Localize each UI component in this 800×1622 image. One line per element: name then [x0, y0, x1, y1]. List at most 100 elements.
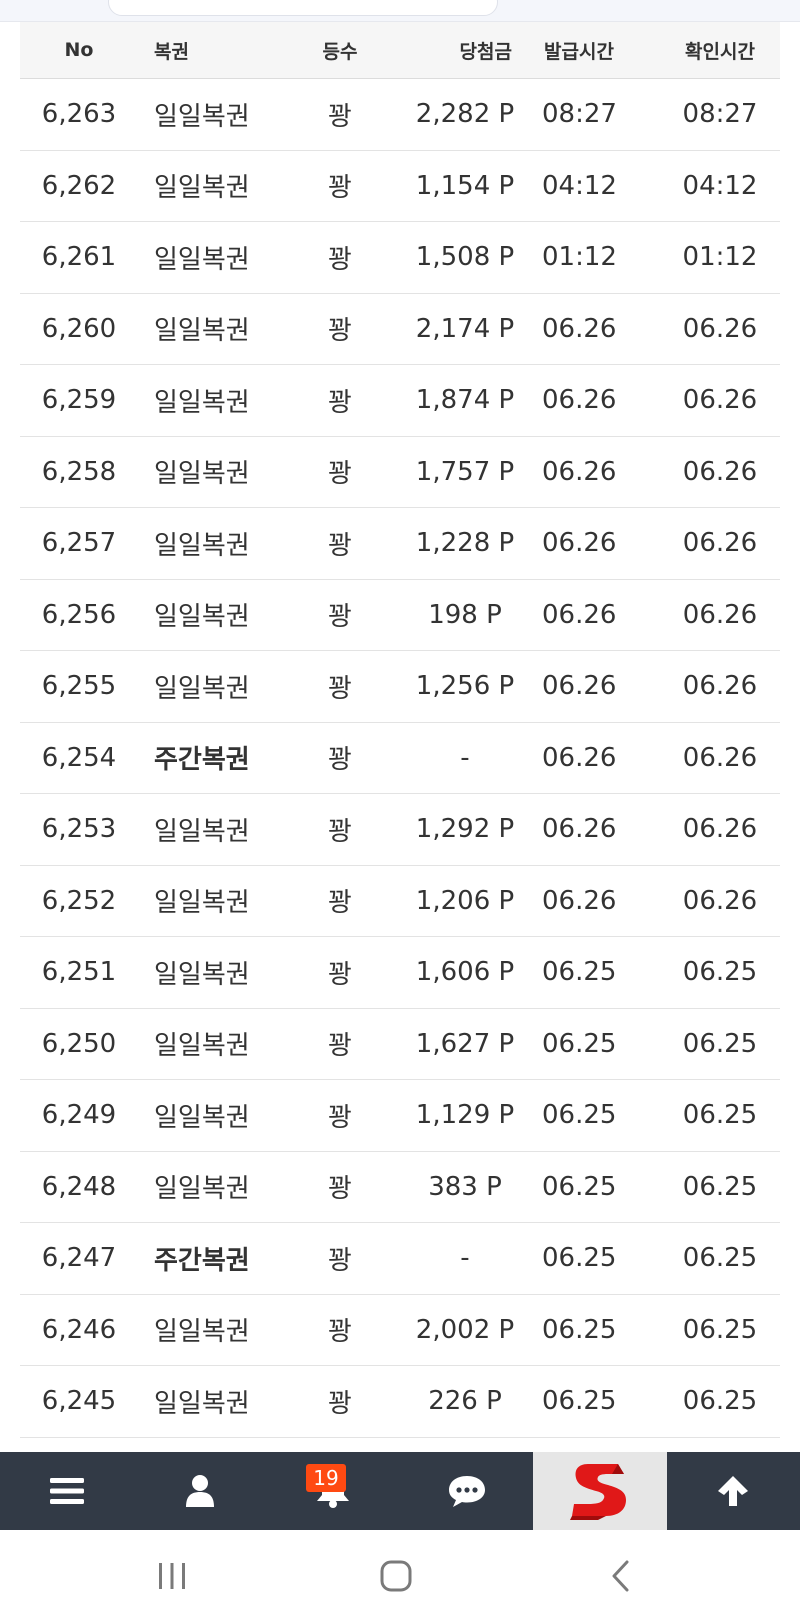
site-logo — [569, 1464, 626, 1520]
cell-lottery-type: 일일복권 — [154, 602, 250, 633]
cell-checked-time: 06.26 — [682, 456, 758, 487]
cell-issued-time: 06.26 — [542, 599, 617, 630]
cell-checked-time: 06.26 — [682, 599, 758, 630]
cell-prize: 1,129 P — [415, 1100, 515, 1131]
table-header: No 복권 등수 당첨금 발급시간 확인시간 — [20, 22, 780, 79]
profile-button[interactable] — [133, 1452, 266, 1530]
table-row[interactable]: 6,261 일일복권 꽝 1,508 P 01:12 01:12 — [20, 222, 780, 294]
cell-issued-time: 06.25 — [542, 1243, 617, 1274]
cell-rank: 꽝 — [328, 959, 352, 990]
cell-checked-time: 06.26 — [682, 885, 758, 916]
cell-no: 6,249 — [41, 1100, 117, 1131]
table-row[interactable]: 6,249 일일복권 꽝 1,129 P 06.25 06.25 — [20, 1080, 780, 1152]
home-button[interactable] — [356, 1530, 436, 1622]
cell-prize: 1,606 P — [415, 957, 515, 988]
table-row[interactable]: 6,257 일일복권 꽝 1,228 P 06.26 06.26 — [20, 508, 780, 580]
menu-icon — [49, 1478, 84, 1504]
cell-no: 6,246 — [41, 1314, 117, 1345]
back-button[interactable] — [580, 1530, 660, 1622]
table-row[interactable]: 6,255 일일복권 꽝 1,256 P 06.26 06.26 — [20, 651, 780, 723]
cell-prize: 226 P — [428, 1386, 502, 1417]
cell-lottery-type: 일일복권 — [154, 173, 250, 204]
home-icon — [380, 1560, 412, 1592]
cell-checked-time: 06.26 — [682, 385, 758, 416]
cell-prize: 2,002 P — [415, 1314, 515, 1345]
cell-checked-time: 06.25 — [682, 1171, 758, 1202]
cell-no: 6,255 — [41, 671, 117, 702]
cell-rank: 꽝 — [328, 602, 352, 633]
cell-issued-time: 01:12 — [542, 242, 617, 273]
cell-rank: 꽝 — [328, 1102, 352, 1133]
table-row[interactable]: 6,258 일일복권 꽝 1,757 P 06.26 06.26 — [20, 437, 780, 508]
scroll-top-button[interactable] — [667, 1452, 800, 1530]
cell-lottery-type: 일일복권 — [154, 959, 250, 990]
site-logo-button[interactable] — [533, 1452, 667, 1530]
cell-rank: 꽝 — [328, 1031, 352, 1062]
table-row[interactable]: 6,254 주간복권 꽝 - 06.26 06.26 — [20, 723, 780, 794]
header-prize: 당첨금 — [459, 40, 512, 63]
cell-rank: 꽝 — [328, 459, 352, 490]
table-row[interactable]: 6,260 일일복권 꽝 2,174 P 06.26 06.26 — [20, 294, 780, 365]
cell-issued-time: 06.26 — [542, 456, 617, 487]
cell-checked-time: 06.25 — [682, 1386, 758, 1417]
cell-lottery-type: 일일복권 — [154, 1031, 250, 1062]
cell-rank: 꽝 — [328, 173, 352, 204]
table-row[interactable]: 6,262 일일복권 꽝 1,154 P 04:12 04:12 — [20, 151, 780, 222]
chat-button[interactable] — [400, 1452, 533, 1530]
cell-rank: 꽝 — [328, 1245, 352, 1276]
table-row[interactable]: 6,246 일일복권 꽝 2,002 P 06.25 06.25 — [20, 1295, 780, 1366]
cell-lottery-type: 일일복권 — [154, 816, 250, 847]
cell-issued-time: 06.26 — [542, 528, 617, 559]
cell-prize: 1,508 P — [415, 242, 515, 273]
cell-no: 6,256 — [41, 599, 117, 630]
cell-no: 6,263 — [41, 99, 117, 130]
arrow-up-icon — [718, 1476, 749, 1506]
cell-rank: 꽝 — [328, 673, 352, 704]
cell-prize: 1,228 P — [415, 528, 515, 559]
lottery-history-table: No 복권 등수 당첨금 발급시간 확인시간 6,263 일일복권 꽝 2,282 P… — [20, 22, 780, 1438]
recent-apps-button[interactable] — [132, 1530, 212, 1622]
search-bar[interactable] — [108, 0, 498, 16]
cell-rank: 꽝 — [328, 244, 352, 275]
back-icon — [612, 1560, 629, 1592]
menu-button[interactable] — [0, 1452, 133, 1530]
cell-issued-time: 06.26 — [542, 671, 617, 702]
table-row[interactable]: 6,245 일일복권 꽝 226 P 06.25 06.25 — [20, 1366, 780, 1438]
cell-issued-time: 06.25 — [542, 1386, 617, 1417]
cell-issued-time: 06.26 — [542, 313, 617, 344]
table-row[interactable]: 6,250 일일복권 꽝 1,627 P 06.25 06.25 — [20, 1009, 780, 1080]
cell-rank: 꽝 — [328, 530, 352, 561]
table-row[interactable]: 6,256 일일복권 꽝 198 P 06.26 06.26 — [20, 580, 780, 651]
table-row[interactable]: 6,253 일일복권 꽝 1,292 P 06.26 06.26 — [20, 794, 780, 866]
system-navigation-bar — [0, 1530, 800, 1622]
cell-lottery-type: 주간복권 — [154, 1245, 250, 1276]
cell-issued-time: 06.25 — [542, 1314, 617, 1345]
table-body: 6,263 일일복권 꽝 2,282 P 08:27 08:27 6,262 일일복권 꽝 1,1… — [20, 79, 780, 1438]
table-row[interactable]: 6,263 일일복권 꽝 2,282 P 08:27 08:27 — [20, 79, 780, 151]
table-row[interactable]: 6,248 일일복권 꽝 383 P 06.25 06.25 — [20, 1152, 780, 1223]
cell-lottery-type: 일일복권 — [154, 387, 250, 418]
table-row[interactable]: 6,252 일일복권 꽝 1,206 P 06.26 06.26 — [20, 866, 780, 937]
cell-checked-time: 06.26 — [682, 671, 758, 702]
recent-apps-icon — [159, 1563, 185, 1589]
cell-no: 6,250 — [41, 1028, 117, 1059]
cell-issued-time: 06.26 — [542, 814, 617, 845]
cell-prize: 383 P — [428, 1171, 502, 1202]
table-row[interactable]: 6,259 일일복권 꽝 1,874 P 06.26 06.26 — [20, 365, 780, 437]
cell-prize: - — [460, 1243, 470, 1274]
cell-prize: - — [460, 742, 470, 773]
cell-issued-time: 06.26 — [542, 742, 617, 773]
cell-checked-time: 06.26 — [682, 313, 758, 344]
header-lottery-type: 복권 — [154, 40, 189, 63]
cell-checked-time: 06.26 — [682, 742, 758, 773]
cell-no: 6,261 — [41, 242, 117, 273]
cell-issued-time: 06.25 — [542, 957, 617, 988]
table-row[interactable]: 6,247 주간복권 꽝 - 06.25 06.25 — [20, 1223, 780, 1295]
cell-checked-time: 06.25 — [682, 1243, 758, 1274]
cell-rank: 꽝 — [328, 745, 352, 776]
cell-lottery-type: 일일복권 — [154, 530, 250, 561]
header-rank: 등수 — [322, 40, 358, 63]
cell-no: 6,251 — [41, 957, 117, 988]
cell-checked-time: 06.25 — [682, 1028, 758, 1059]
table-row[interactable]: 6,251 일일복권 꽝 1,606 P 06.25 06.25 — [20, 937, 780, 1009]
